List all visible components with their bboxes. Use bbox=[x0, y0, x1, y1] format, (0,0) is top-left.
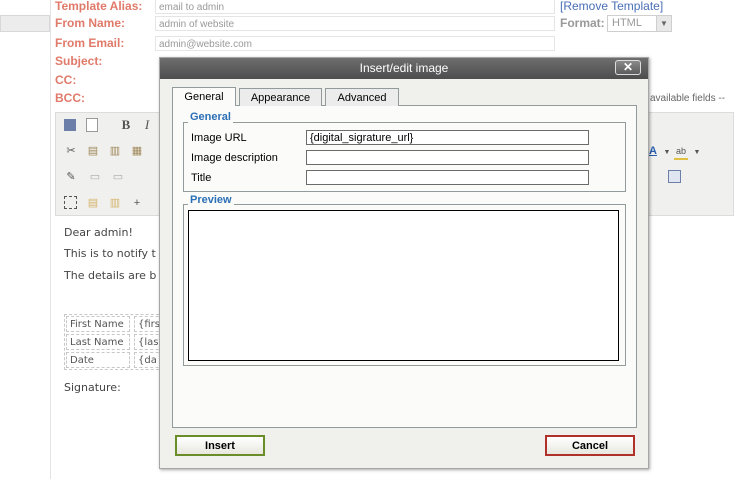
insert-button[interactable]: Insert bbox=[175, 435, 265, 456]
from-email-label: From Email: bbox=[55, 36, 125, 50]
from-name-field[interactable]: admin of website bbox=[155, 16, 555, 31]
italic-icon[interactable]: I bbox=[140, 118, 154, 132]
tab-appearance[interactable]: Appearance bbox=[239, 88, 322, 106]
available-fields-select[interactable]: available fields -- bbox=[650, 93, 725, 104]
bold-icon[interactable]: B bbox=[119, 118, 133, 132]
image-url-input[interactable] bbox=[306, 130, 589, 145]
format-select-value: HTML bbox=[612, 17, 642, 29]
insert-column-icon[interactable]: ▥ bbox=[108, 196, 122, 210]
cancel-button[interactable]: Cancel bbox=[545, 435, 635, 456]
from-email-field[interactable]: admin@website.com bbox=[155, 36, 555, 51]
signature-text: Signature: bbox=[64, 381, 121, 394]
close-icon[interactable]: ✕ bbox=[615, 60, 641, 75]
format-label: Format: bbox=[560, 16, 605, 30]
editor-line-2: This is to notify t bbox=[64, 247, 156, 260]
image-icon[interactable] bbox=[668, 170, 681, 183]
select-all-icon[interactable] bbox=[64, 196, 77, 209]
insert-icon[interactable]: + bbox=[130, 196, 144, 210]
tab-advanced[interactable]: Advanced bbox=[325, 88, 399, 106]
image-description-input[interactable] bbox=[306, 150, 589, 165]
chevron-down-icon[interactable]: ▼ bbox=[660, 146, 674, 160]
indent-icon[interactable]: ▭ bbox=[111, 170, 125, 184]
copy-icon[interactable]: ▤ bbox=[86, 144, 100, 158]
tab-general[interactable]: General bbox=[172, 87, 236, 106]
bcc-label: BCC: bbox=[55, 91, 85, 105]
cc-label: CC: bbox=[55, 73, 77, 87]
insert-row-icon[interactable]: ▤ bbox=[86, 196, 100, 210]
paste-text-icon[interactable]: ▦ bbox=[130, 144, 144, 158]
format-select[interactable]: HTML ▼ bbox=[607, 15, 672, 32]
from-name-label: From Name: bbox=[55, 16, 126, 30]
image-url-label: Image URL bbox=[191, 132, 247, 144]
insert-image-dialog: Insert/edit image ✕ General Appearance A… bbox=[159, 57, 649, 469]
cut-icon[interactable]: ✂ bbox=[64, 144, 78, 158]
table-cell: Last Name bbox=[66, 334, 130, 350]
highlight-icon[interactable]: ab bbox=[674, 144, 688, 160]
editor-line-3: The details are b bbox=[64, 269, 157, 282]
table-cell: First Name bbox=[66, 316, 130, 332]
preview-legend: Preview bbox=[188, 194, 234, 206]
left-divider bbox=[50, 0, 51, 479]
title-input[interactable] bbox=[306, 170, 589, 185]
remove-template-link[interactable]: [Remove Template] bbox=[560, 0, 663, 13]
paste-icon[interactable]: ▥ bbox=[108, 144, 122, 158]
list-icon[interactable]: ▭ bbox=[88, 170, 102, 184]
edit-icon[interactable]: ✎ bbox=[64, 170, 78, 184]
title-label: Title bbox=[191, 172, 212, 184]
save-icon[interactable] bbox=[64, 119, 76, 131]
editor-line-1: Dear admin! bbox=[64, 226, 133, 239]
chevron-down-icon[interactable]: ▼ bbox=[690, 146, 704, 160]
subject-label: Subject: bbox=[55, 54, 103, 68]
new-document-icon[interactable] bbox=[86, 118, 98, 132]
general-legend: General bbox=[188, 111, 233, 123]
template-alias-field[interactable]: email to admin bbox=[155, 0, 555, 14]
image-description-label: Image description bbox=[191, 152, 278, 164]
chevron-down-icon: ▼ bbox=[656, 16, 671, 31]
left-panel-tab[interactable] bbox=[0, 15, 50, 32]
image-preview bbox=[188, 210, 619, 361]
dialog-title: Insert/edit image bbox=[160, 58, 648, 79]
template-alias-label: Template Alias: bbox=[55, 0, 143, 13]
table-cell: Date bbox=[66, 352, 130, 368]
